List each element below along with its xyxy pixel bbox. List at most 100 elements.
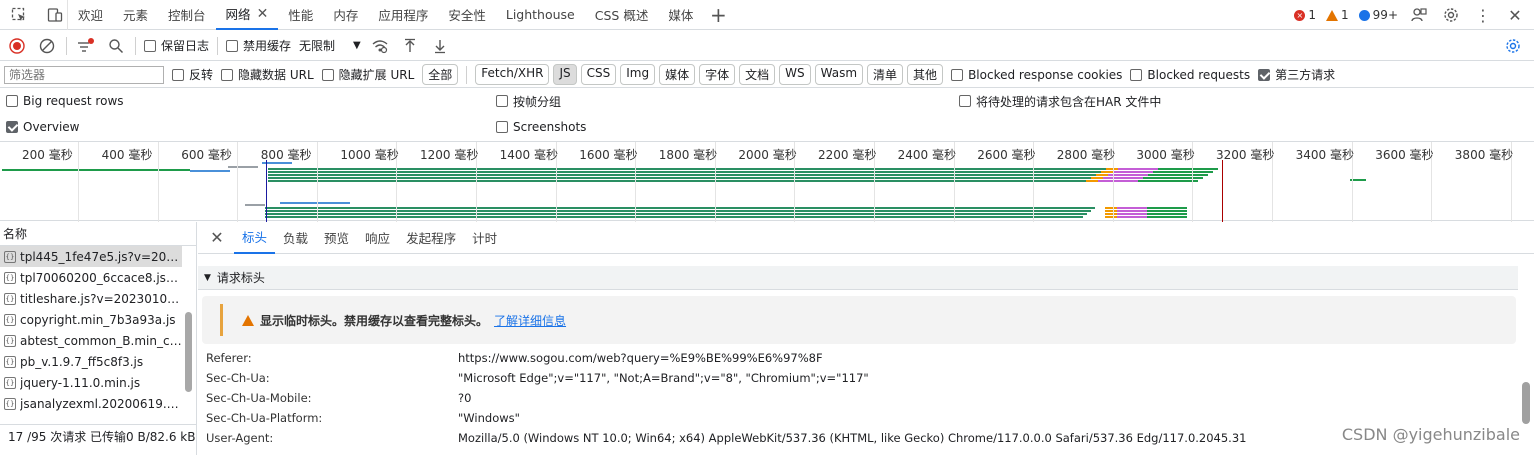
request-row[interactable]: {} tpl445_1fe47e5.js?v=20230...	[0, 246, 182, 267]
checkbox-box[interactable]	[6, 121, 18, 133]
type-filter-pill[interactable]: 清单	[867, 64, 904, 85]
issues-count-badge[interactable]: 99+	[1358, 8, 1398, 22]
request-row[interactable]: {} pb_v.1.9.7_ff5c8f3.js	[0, 351, 182, 372]
checkbox-box[interactable]	[1130, 68, 1143, 81]
third-party-requests-checkbox[interactable]: 第三方请求	[1258, 66, 1335, 83]
checkbox-box[interactable]	[226, 39, 239, 52]
close-detail-icon[interactable]: ✕	[206, 227, 228, 249]
checkbox-box[interactable]	[321, 68, 334, 81]
waterfall-bar	[1105, 210, 1117, 212]
collapse-triangle-icon: ▼	[204, 272, 211, 283]
blocked-requests-checkbox[interactable]: Blocked requests	[1130, 68, 1250, 82]
settings-gear-icon[interactable]	[1440, 4, 1462, 26]
detail-tab[interactable]: 预览	[316, 222, 357, 254]
detail-tab[interactable]: 标头	[234, 222, 276, 254]
detail-tab[interactable]: 计时	[464, 222, 505, 254]
hide-extension-url-checkbox[interactable]: 隐藏扩展 URL	[321, 66, 414, 83]
network-overview-timeline[interactable]: 200 毫秒 400 毫秒 600 毫秒 800 毫秒 1000 毫秒 1200 毫秒 14…	[0, 141, 1534, 222]
detail-scrollbar[interactable]	[1522, 382, 1530, 424]
checkbox-box[interactable]	[221, 68, 234, 81]
clear-icon[interactable]	[36, 35, 58, 57]
panel-tab[interactable]: 网络 ✕	[215, 0, 279, 30]
request-name: jsanalyzexml.20200619.min_...	[20, 396, 182, 411]
request-row[interactable]: {} jquery-1.11.0.min.js	[0, 372, 182, 393]
filter-input[interactable]	[4, 65, 164, 84]
type-filter-pill[interactable]: Wasm	[814, 64, 864, 85]
type-filter-pill[interactable]: Fetch/XHR	[475, 64, 550, 85]
request-row[interactable]: {} abtest_common_B.min_c93f...	[0, 330, 182, 351]
name-column-header[interactable]: 名称	[0, 222, 196, 246]
request-row[interactable]: {} tpl70060200_6ccace8.js?v=2...	[0, 267, 182, 288]
dom-content-loaded-marker	[266, 160, 267, 222]
panel-tab[interactable]: Lighthouse	[496, 0, 585, 30]
panel-tab[interactable]: CSS 概述	[585, 0, 659, 30]
header-name: Sec-Ch-Ua-Platform:	[206, 411, 323, 425]
request-row[interactable]: {} jsanalyzexml.20200619.min_...	[0, 393, 182, 414]
stop-recording-icon[interactable]	[6, 35, 28, 57]
panel-tab[interactable]: 元素	[113, 0, 158, 30]
checkbox-box[interactable]	[172, 68, 184, 81]
customize-devtools-icon[interactable]	[1408, 4, 1430, 26]
header-value: "Windows"	[458, 411, 520, 425]
request-row[interactable]: {} copyright.min_7b3a93a.js	[0, 309, 182, 330]
add-panel-icon[interactable]: +	[703, 0, 733, 30]
checkbox-box[interactable]	[6, 95, 18, 107]
overview-checkbox[interactable]: Overview	[6, 120, 80, 134]
panel-tab[interactable]: 控制台	[158, 0, 216, 30]
type-filter-pill[interactable]: 文档	[739, 64, 776, 85]
hide-data-url-checkbox[interactable]: 隐藏数据 URL	[221, 66, 314, 83]
export-har-icon[interactable]	[429, 35, 451, 57]
request-list-scrollbar[interactable]	[185, 312, 192, 392]
big-request-rows-checkbox[interactable]: Big request rows	[6, 94, 124, 108]
panel-tab[interactable]: 内存	[323, 0, 368, 30]
waterfall-bar	[265, 210, 1091, 212]
panel-tab[interactable]: 欢迎	[68, 0, 113, 30]
disable-cache-checkbox[interactable]: 禁用缓存	[226, 37, 291, 54]
checkbox-box[interactable]	[496, 95, 508, 107]
panel-tab[interactable]: 媒体	[658, 0, 703, 30]
error-count-badge[interactable]: × 1	[1294, 8, 1316, 22]
detail-tab[interactable]: 负载	[275, 222, 316, 254]
close-devtools-icon[interactable]: ✕	[1504, 4, 1526, 26]
checkbox-box[interactable]	[951, 68, 964, 81]
preserve-log-checkbox[interactable]: 保留日志	[144, 37, 209, 54]
type-filter-pill[interactable]: 其他	[907, 64, 944, 85]
screenshots-checkbox[interactable]: Screenshots	[496, 120, 586, 134]
provisional-headers-warning: 显示临时标头。禁用缓存以查看完整标头。 了解详细信息	[202, 296, 1516, 344]
device-toolbar-icon[interactable]	[44, 4, 66, 26]
type-filter-pill[interactable]: CSS	[580, 64, 617, 85]
checkbox-box[interactable]	[1258, 68, 1271, 81]
toolbar-divider	[217, 36, 219, 55]
import-har-icon[interactable]	[399, 35, 421, 57]
network-conditions-icon[interactable]	[369, 35, 391, 57]
throttling-select[interactable]: 无限制 ▼	[299, 37, 361, 54]
type-filter-all[interactable]: 全部	[422, 64, 459, 85]
panel-tab[interactable]: 安全性	[438, 0, 496, 30]
type-filter-pill[interactable]: JS	[553, 64, 577, 85]
type-filter-pill[interactable]: 字体	[699, 64, 736, 85]
checkbox-box[interactable]	[496, 121, 508, 133]
detail-tab[interactable]: 响应	[357, 222, 398, 254]
network-settings-gear-icon[interactable]	[1502, 35, 1524, 57]
detail-tab[interactable]: 发起程序	[398, 222, 464, 254]
include-pending-har-checkbox[interactable]: 将待处理的请求包含在HAR 文件中	[959, 93, 1161, 110]
more-options-icon[interactable]: ⋮	[1472, 4, 1494, 26]
type-filter-pill[interactable]: Img	[620, 64, 656, 85]
type-filter-pill[interactable]: WS	[779, 64, 811, 85]
close-tab-icon[interactable]: ✕	[257, 6, 269, 22]
checkbox-box[interactable]	[959, 95, 971, 107]
panel-tab[interactable]: 性能	[278, 0, 323, 30]
checkbox-box[interactable]	[144, 39, 156, 52]
filter-icon[interactable]	[75, 35, 97, 57]
search-icon[interactable]	[105, 35, 127, 57]
group-by-frame-checkbox[interactable]: 按帧分组	[496, 93, 561, 110]
invert-checkbox[interactable]: 反转	[172, 66, 213, 83]
request-headers-section[interactable]: ▼ 请求标头	[198, 266, 1518, 290]
learn-more-link[interactable]: 了解详细信息	[494, 312, 566, 329]
request-row[interactable]: {} titleshare.js?v=20230104a	[0, 288, 182, 309]
warning-count-badge[interactable]: 1	[1326, 8, 1349, 22]
panel-tab[interactable]: 应用程序	[368, 0, 438, 30]
blocked-response-cookies-checkbox[interactable]: Blocked response cookies	[951, 68, 1122, 82]
inspect-element-icon[interactable]	[8, 4, 30, 26]
type-filter-pill[interactable]: 媒体	[659, 64, 696, 85]
